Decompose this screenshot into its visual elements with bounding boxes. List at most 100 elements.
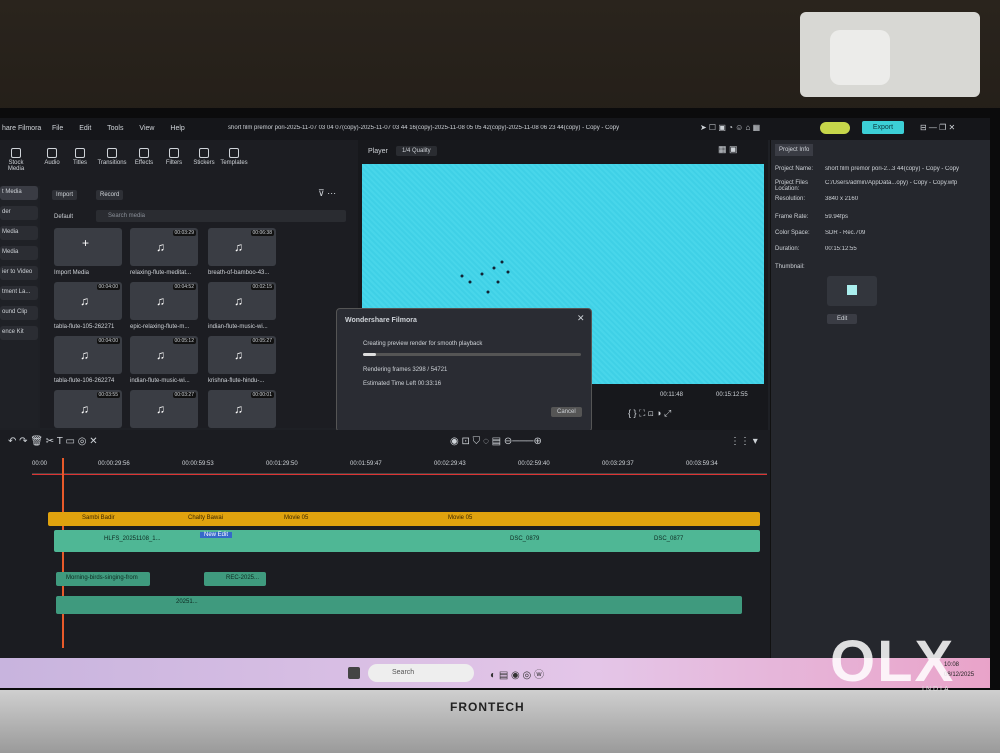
app-name: hare Filmora — [2, 125, 42, 132]
media-thumb[interactable]: 00:03:29 ♫ — [130, 228, 198, 266]
timeline-tools-icon[interactable]: ↶ ↷ 🗑 ✂ T ▭ ◎ ✕ — [8, 436, 98, 447]
media-name: epic-relaxing-flute-m... — [130, 324, 190, 330]
nav-to-video[interactable]: ier to Video — [0, 266, 38, 280]
taskbar-search[interactable]: Search — [368, 664, 474, 682]
audio-waveform-track[interactable]: 20251... — [56, 596, 742, 614]
media-thumb[interactable]: 00:04:00 ♫ — [54, 336, 122, 374]
snapshot-icon[interactable]: ▦ ▣ — [718, 144, 738, 155]
info-key: Frame Rate: — [775, 214, 809, 220]
info-key: Duration: — [775, 246, 800, 252]
import-dropdown[interactable]: Import — [52, 190, 78, 200]
menu-file[interactable]: File — [52, 125, 63, 132]
media-thumb[interactable]: 00:02:15 ♫ — [208, 282, 276, 320]
close-icon[interactable]: ✕ — [577, 313, 585, 324]
render-status: Creating preview render for smooth playb… — [363, 341, 483, 347]
nav-adjustment[interactable]: tment La... — [0, 286, 38, 300]
media-name: relaxing-flute-meditat... — [130, 270, 192, 276]
sticker-icon — [199, 148, 209, 158]
sort-default[interactable]: Default — [54, 214, 73, 220]
start-icon[interactable] — [348, 667, 360, 679]
media-thumb[interactable]: 00:06:38 ♫ — [208, 228, 276, 266]
video-clip: New Edit — [200, 532, 233, 538]
nav-compound-clip[interactable]: ound Clip — [0, 306, 38, 320]
info-key: Resolution: — [775, 196, 806, 202]
toggle-icon[interactable] — [820, 122, 850, 134]
title-track[interactable]: Sambi Badir Chalty Bawai Movie 05 Movie … — [48, 512, 760, 526]
media-thumb[interactable]: 00:03:27 ♫ — [130, 390, 198, 428]
media-name: tabla-flute-105-262271 — [54, 324, 115, 330]
music-note-icon: ♫ — [156, 240, 165, 254]
video-track[interactable]: HLFS_20251108_1... New Edit DSC_0879 DSC… — [54, 530, 760, 552]
ruler-tick: 00:03:59:34 — [686, 461, 718, 467]
toolbar-icons[interactable]: ➤ ☐ ▣ ◔ ☺ ⌂ ▦ — [700, 123, 760, 132]
music-note-icon: ♫ — [80, 402, 89, 416]
media-thumb[interactable]: 00:05:27 ♫ — [208, 336, 276, 374]
tool-filters[interactable]: Filters — [158, 148, 190, 166]
nav-media-2[interactable]: Media — [0, 246, 38, 260]
music-note-icon: ♫ — [156, 294, 165, 308]
playback-controls-icon[interactable]: { } ⛶ ⊡ ◑ ⤢ — [628, 408, 671, 419]
nav-project-media[interactable]: t Media — [0, 186, 38, 200]
nav-sequence-kit[interactable]: ence Kit — [0, 326, 38, 340]
import-media-tile[interactable]: + — [54, 228, 122, 266]
watermark-sub: INDIA — [922, 686, 951, 693]
timeline-panel: ↶ ↷ 🗑 ✂ T ▭ ◎ ✕ ◉ ⊡ ⛉ ◌ ▤ ⊖───⊕ ⋮⋮ ▾ 00:… — [0, 430, 770, 660]
media-thumb[interactable]: 00:04:52 ♫ — [130, 282, 198, 320]
tool-templates[interactable]: Templates — [218, 148, 250, 166]
nav-media-1[interactable]: Media — [0, 226, 38, 240]
audio-clip-label: 20251... — [176, 599, 198, 605]
media-toolbar: Stock Media Audio Titles Transitions Eff… — [0, 140, 358, 186]
duration-badge: 00:05:27 — [250, 338, 274, 344]
playhead[interactable] — [62, 458, 64, 648]
ruler-tick: 00:00:59:53 — [182, 461, 214, 467]
timeline-edit-icons[interactable]: ◉ ⊡ ⛉ ◌ ▤ ⊖───⊕ — [450, 436, 542, 447]
text-icon — [75, 148, 85, 158]
taskbar-apps-icon[interactable]: ◐ ▤ ◉ ◎ ⓦ — [490, 666, 544, 681]
duration-badge: 00:06:38 — [250, 230, 274, 236]
music-note-icon: ♫ — [234, 348, 243, 362]
tool-label: Transitions — [97, 160, 127, 166]
export-button[interactable]: Export — [862, 121, 904, 134]
media-thumb[interactable]: 00:04:00 ♫ — [54, 282, 122, 320]
tool-titles[interactable]: Titles — [64, 148, 96, 166]
window-controls-icon[interactable]: ⊟ — ❐ ✕ — [920, 123, 955, 132]
menu-view[interactable]: View — [139, 125, 154, 132]
media-thumb[interactable]: 00:03:55 ♫ — [54, 390, 122, 428]
duration-badge: 00:03:29 — [172, 230, 196, 236]
search-media-input[interactable]: Search media — [96, 210, 346, 222]
media-thumb[interactable]: 00:00:01 ♫ — [208, 390, 276, 428]
tool-effects[interactable]: Effects — [128, 148, 160, 166]
duration-badge: 00:04:00 — [96, 284, 120, 290]
project-info-tab[interactable]: Project Info — [775, 144, 814, 156]
filter-sort-icon[interactable]: ⊽ ⋯ — [318, 188, 336, 199]
music-note-icon: ♫ — [80, 294, 89, 308]
audio-clip[interactable]: Morning-birds-singing-from — [56, 572, 150, 586]
tool-stock-media[interactable]: Stock Media — [0, 148, 32, 172]
menu-bar: File Edit Tools View Help — [52, 125, 199, 132]
dialog-title: Wondershare Filmora — [345, 317, 417, 324]
title-clip: Sambi Badir — [82, 515, 115, 521]
nav-folder[interactable]: der — [0, 206, 38, 220]
menu-tools[interactable]: Tools — [107, 125, 123, 132]
record-dropdown[interactable]: Record — [96, 190, 124, 200]
music-note-icon: ♫ — [234, 294, 243, 308]
menu-help[interactable]: Help — [170, 125, 184, 132]
media-thumb[interactable]: 00:05:12 ♫ — [130, 336, 198, 374]
edit-thumbnail-button[interactable]: Edit — [827, 314, 858, 324]
tool-transitions[interactable]: Transitions — [96, 148, 128, 166]
render-progress-fill — [363, 353, 377, 356]
info-key: Thumbnail: — [775, 264, 805, 270]
cancel-button[interactable]: Cancel — [551, 407, 582, 417]
tool-stickers[interactable]: Stickers — [188, 148, 220, 166]
image-icon — [847, 285, 857, 295]
audio-clip[interactable]: REC-2025... — [204, 572, 266, 586]
info-key: Color Space: — [775, 230, 810, 236]
title-clip: Chalty Bawai — [188, 515, 224, 521]
thumbnail-preview — [827, 276, 877, 306]
audio-clip-label: Morning-birds-singing-from — [66, 575, 138, 581]
timeline-grid-icon[interactable]: ⋮⋮ ▾ — [730, 436, 758, 447]
quality-dropdown[interactable]: 1/4 Quality — [396, 146, 437, 156]
menu-edit[interactable]: Edit — [79, 125, 91, 132]
music-note-icon: ♫ — [234, 402, 243, 416]
render-frames: Rendering frames 3298 / 54721 — [363, 367, 448, 373]
